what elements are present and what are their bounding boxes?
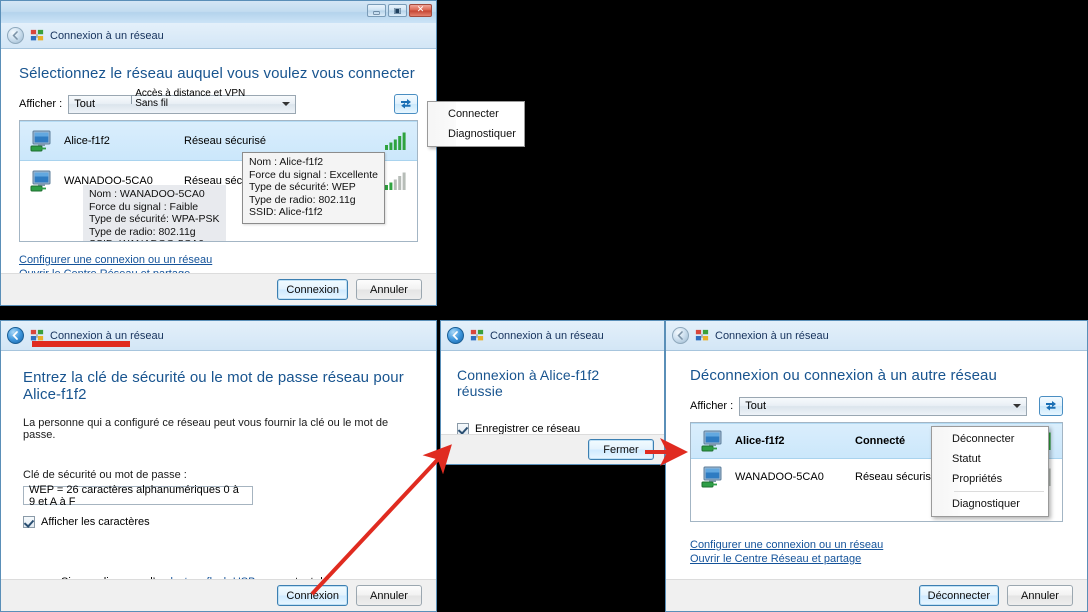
annotation-arrow-connexion-to-success [310, 438, 688, 596]
arrow-key-to-success [310, 444, 452, 596]
